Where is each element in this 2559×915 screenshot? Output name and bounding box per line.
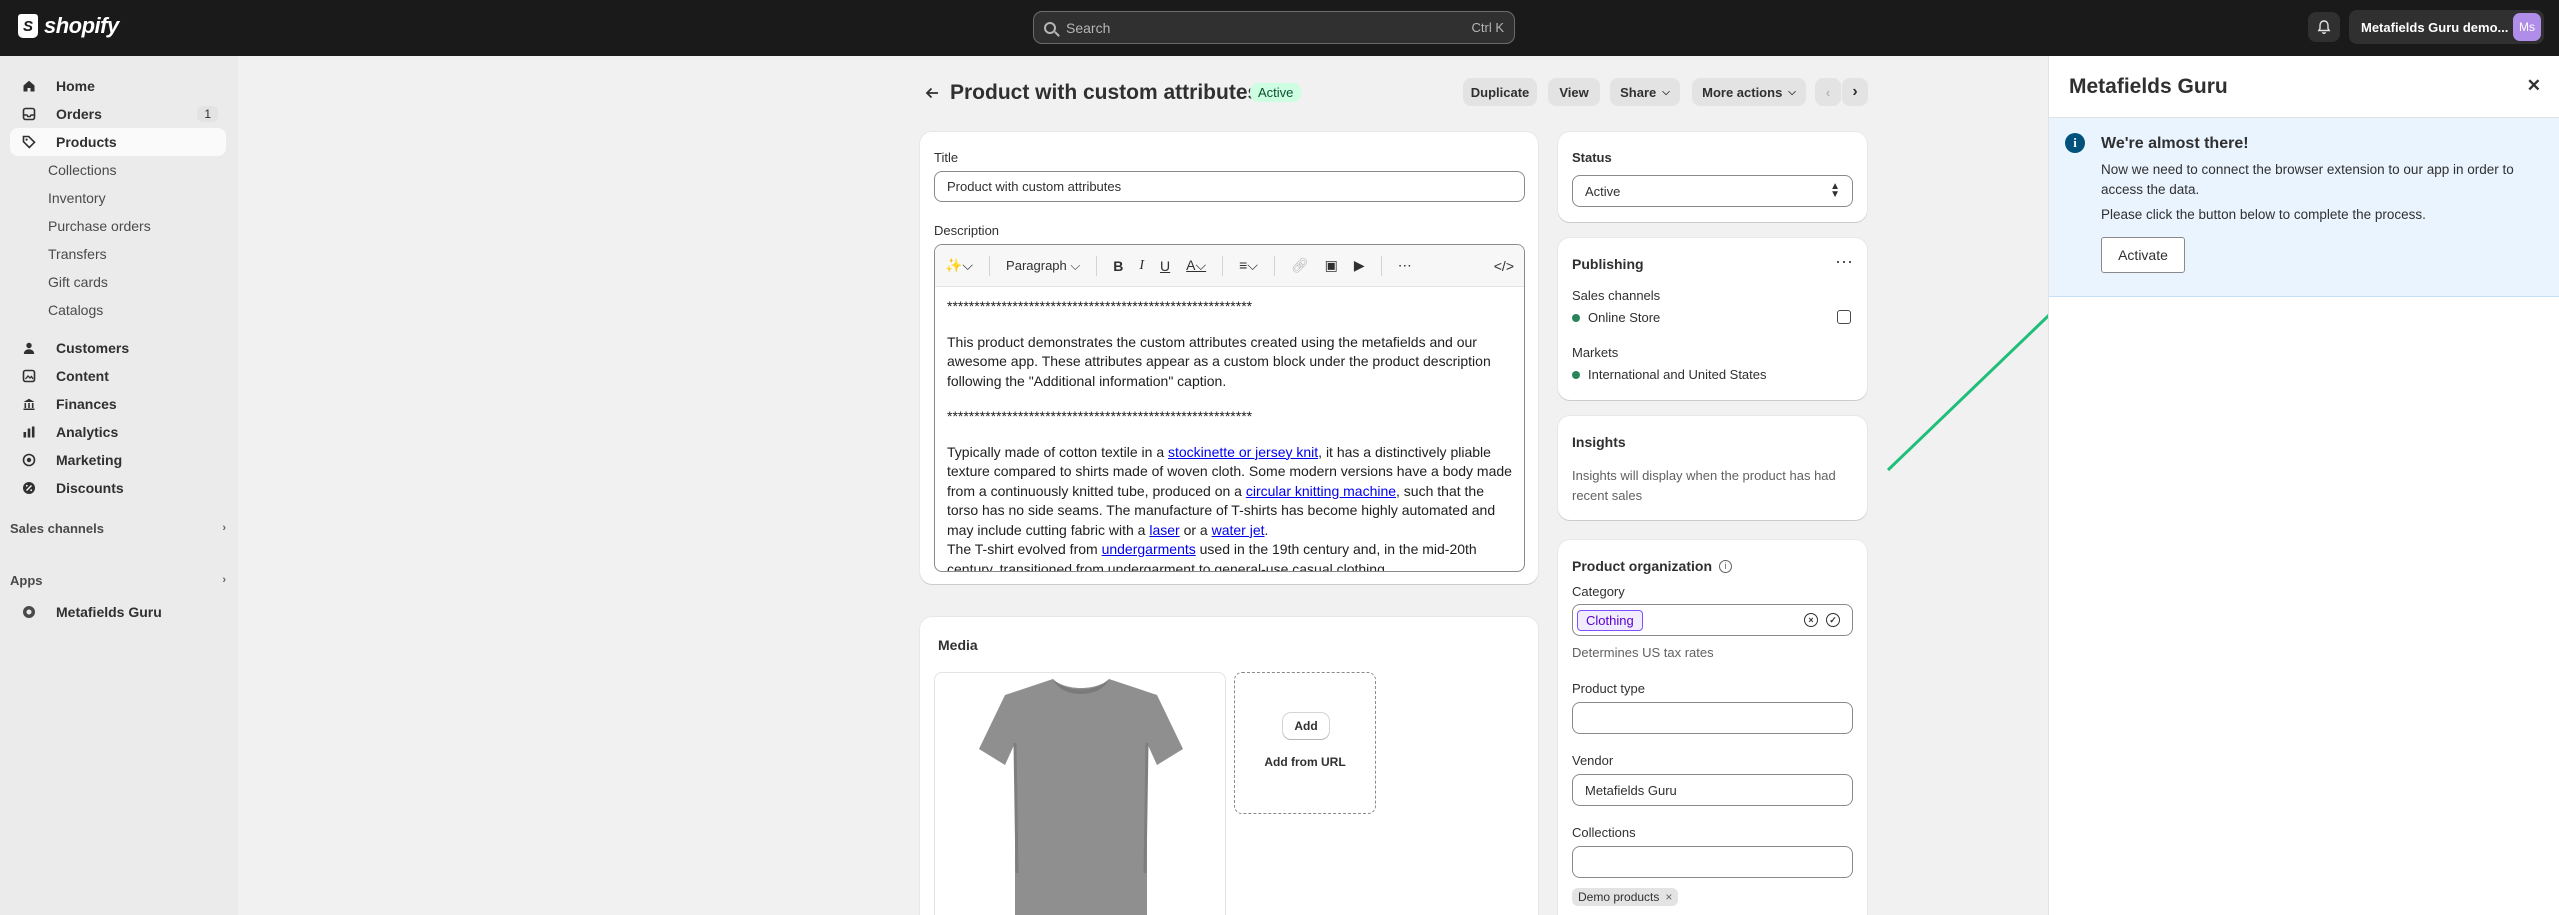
activate-button[interactable]: Activate xyxy=(2101,237,2185,273)
app-panel-header: Metafields Guru ✕ xyxy=(2049,56,2559,118)
banner-text: Now we need to connect the browser exten… xyxy=(2101,162,2514,197)
app-panel: Metafields Guru ✕ i We're almost there! … xyxy=(2048,56,2559,915)
info-icon: i xyxy=(2065,133,2085,153)
banner-text-2: Please click the button below to complet… xyxy=(2101,207,2426,222)
info-banner: i We're almost there! Now we need to con… xyxy=(2049,118,2559,297)
close-icon[interactable]: ✕ xyxy=(2527,76,2541,96)
app-panel-title: Metafields Guru xyxy=(2069,74,2228,98)
banner-heading: We're almost there! xyxy=(2101,135,2249,152)
